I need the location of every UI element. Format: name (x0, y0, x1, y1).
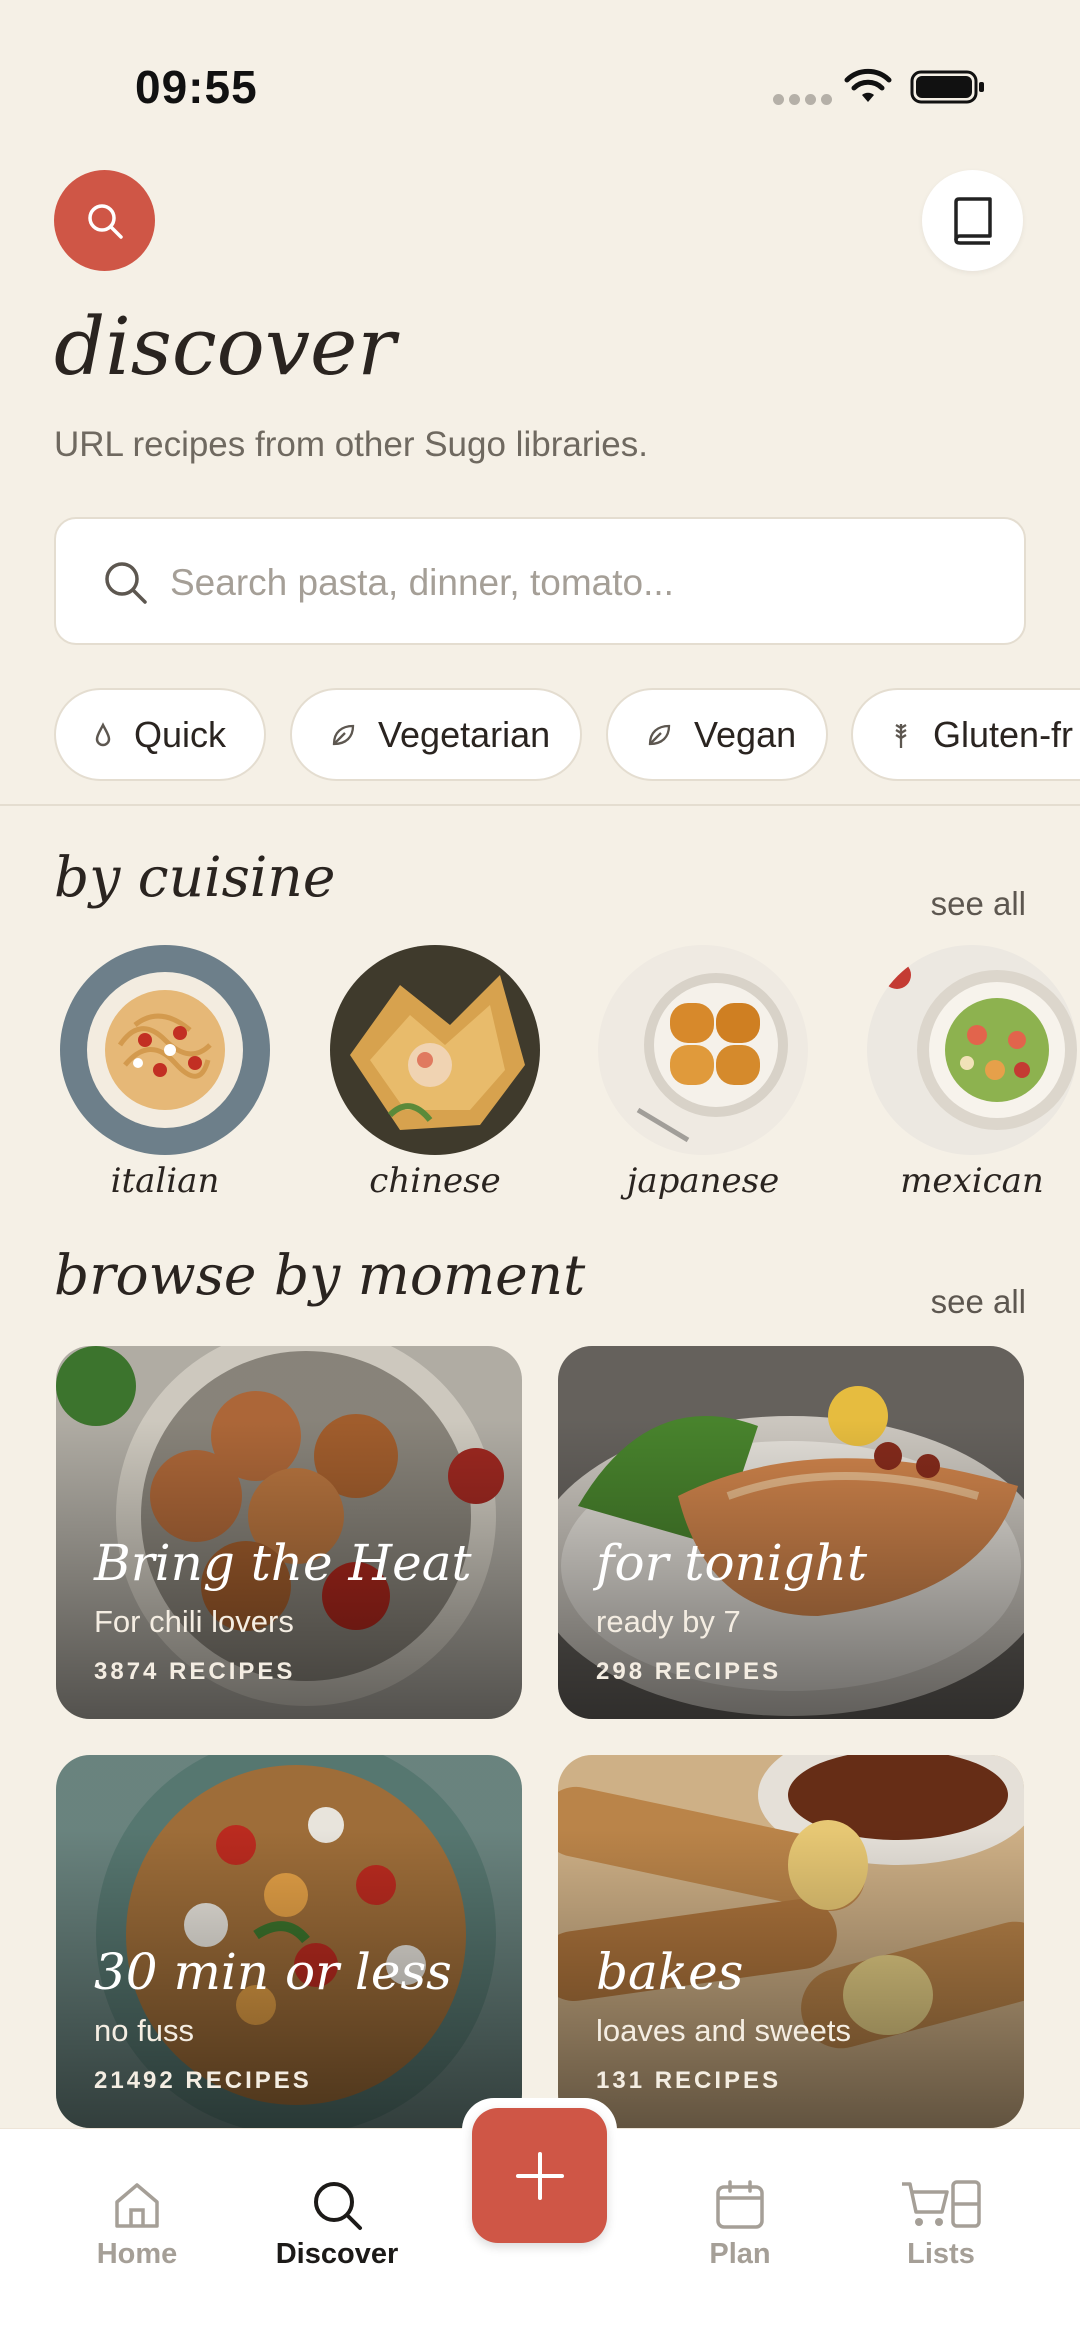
moment-card-count: 298 RECIPES (596, 1658, 782, 1685)
divider (0, 804, 1080, 806)
cuisine-item-italian[interactable]: italian (60, 945, 270, 1201)
cuisine-item-mexican[interactable]: mexican (867, 945, 1077, 1201)
cuisine-label: italian (110, 1161, 220, 1201)
nav-label: Discover (275, 2238, 399, 2270)
library-button[interactable] (922, 170, 1023, 271)
wifi-icon (844, 68, 892, 102)
moment-card-count: 131 RECIPES (596, 2067, 782, 2094)
calendar-icon (716, 2180, 764, 2229)
moment-card-subtitle: loaves and sweets (596, 2013, 852, 2048)
cuisine-see-all-link[interactable]: see all (931, 885, 1026, 923)
moments-section-title: browse by moment (54, 1243, 586, 1307)
moment-card-for-tonight[interactable]: for tonight ready by 7 298 RECIPES (558, 1346, 1024, 1719)
battery-icon (910, 70, 984, 104)
cuisine-image-pasta (60, 945, 270, 1155)
add-recipe-button[interactable] (472, 2108, 607, 2243)
filter-chip-label: Gluten-fr (933, 713, 1074, 755)
plus-icon (515, 2151, 564, 2200)
nav-label: Plan (709, 2238, 771, 2270)
filter-chip-vegetarian[interactable]: Vegetarian (290, 688, 582, 781)
nav-plan[interactable]: Plan (665, 2178, 815, 2271)
cart-list-icon (902, 2180, 981, 2228)
page-subtitle: URL recipes from other Sugo libraries. (54, 425, 648, 464)
signal-dots-icon (773, 94, 832, 105)
drop-icon (95, 721, 111, 746)
moment-card-30-min-or-less[interactable]: 30 min or less no fuss 21492 RECIPES (56, 1755, 522, 2128)
leaf-icon (648, 724, 671, 745)
nav-discover[interactable]: Discover (262, 2178, 412, 2271)
status-bar: 09:55 (0, 0, 1080, 150)
status-time: 09:55 (135, 61, 258, 113)
cuisine-item-chinese[interactable]: chinese (330, 945, 540, 1201)
moment-card-count: 21492 RECIPES (94, 2067, 312, 2094)
nav-lists[interactable]: Lists (866, 2178, 1016, 2271)
filter-chip-label: Quick (134, 713, 227, 755)
moment-card-bring-the-heat[interactable]: Bring the Heat For chili lovers 3874 REC… (56, 1346, 522, 1719)
moment-card-title: for tonight (596, 1534, 868, 1592)
filter-chip-gluten-free[interactable]: Gluten-fr (851, 688, 1080, 781)
cuisine-image-buns (598, 945, 808, 1155)
moment-card-subtitle: no fuss (94, 2013, 194, 2048)
search-icon (87, 203, 123, 239)
search-icon (105, 562, 147, 604)
moment-card-title: bakes (596, 1943, 744, 2001)
filter-chip-label: Vegetarian (378, 713, 551, 755)
nav-label: Home (96, 2238, 178, 2270)
search-input[interactable] (170, 549, 990, 617)
search-button[interactable] (54, 170, 155, 271)
home-icon (115, 2183, 159, 2228)
add-recipe-button-wrap (462, 2098, 617, 2253)
cuisine-label: mexican (900, 1161, 1044, 1201)
book-icon (953, 196, 992, 245)
cuisine-section-title: by cuisine (54, 845, 336, 909)
moment-card-title: Bring the Heat (94, 1534, 472, 1592)
moment-card-subtitle: ready by 7 (596, 1604, 741, 1639)
cuisine-image-wontons (330, 945, 540, 1155)
moment-card-subtitle: For chili lovers (94, 1604, 294, 1639)
nav-label: Lists (907, 2238, 975, 2270)
leaf-icon (332, 724, 355, 745)
moment-card-bakes[interactable]: bakes loaves and sweets 131 RECIPES (558, 1755, 1024, 2128)
filter-chip-quick[interactable]: Quick (54, 688, 266, 781)
search-field[interactable] (54, 517, 1026, 645)
cuisine-label: chinese (369, 1161, 501, 1201)
cuisine-item-japanese[interactable]: japanese (598, 945, 808, 1201)
filter-chip-label: Vegan (694, 713, 797, 755)
filter-chip-vegan[interactable]: Vegan (606, 688, 828, 781)
cuisine-label: japanese (626, 1161, 780, 1201)
moments-see-all-link[interactable]: see all (931, 1283, 1026, 1321)
search-icon (314, 2182, 362, 2230)
page-title: discover (54, 300, 396, 393)
nav-home[interactable]: Home (62, 2178, 212, 2271)
wheat-icon (895, 723, 907, 748)
cuisine-image-salad (867, 945, 1077, 1155)
filter-chips: Quick Vegetarian Vegan Gluten-fr (54, 688, 1080, 783)
moment-card-title: 30 min or less (94, 1943, 452, 2001)
moment-card-count: 3874 RECIPES (94, 1658, 296, 1685)
